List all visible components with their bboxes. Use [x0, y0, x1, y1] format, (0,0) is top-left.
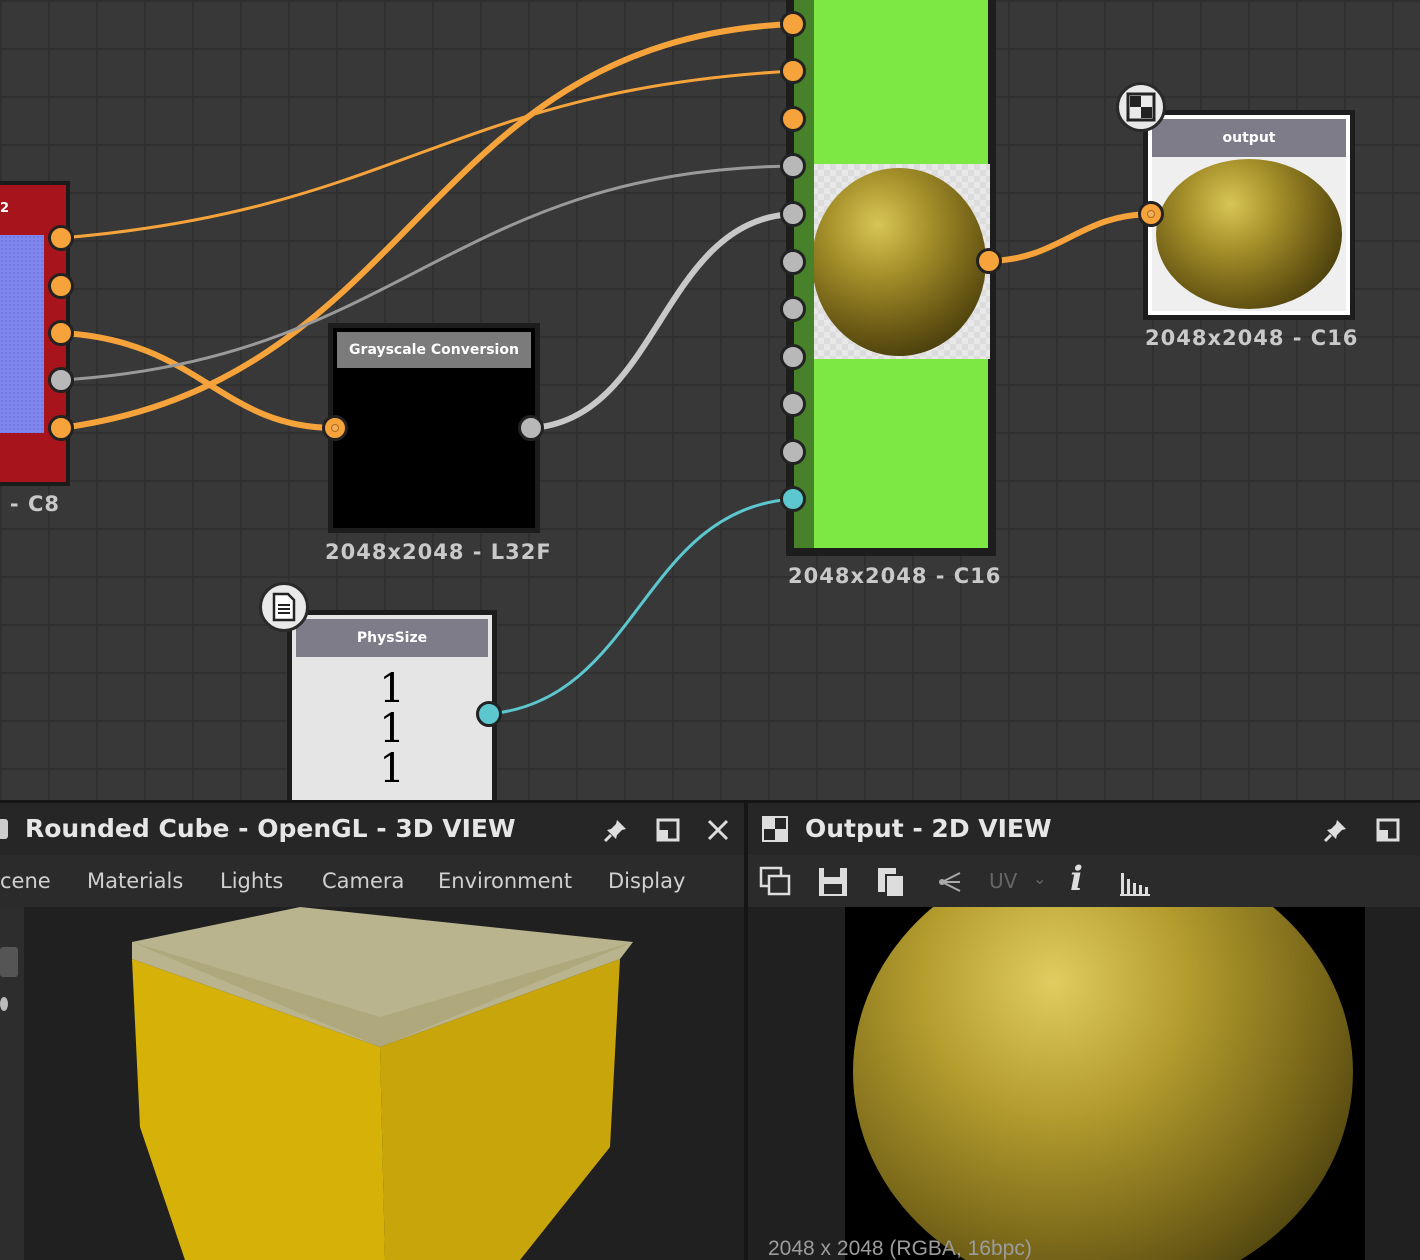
grayscale-node-title: Grayscale Conversion: [337, 332, 531, 368]
view3d-icon: [0, 819, 8, 839]
save-icon[interactable]: [816, 865, 850, 899]
grayscale-input-port[interactable]: [322, 415, 348, 441]
grayscale-conversion-node[interactable]: Grayscale Conversion: [328, 323, 540, 533]
view2d-viewport[interactable]: 2048 x 2048 (RGBA, 16bpc): [748, 907, 1420, 1260]
physsize-value-2: 1: [379, 706, 405, 752]
checker-icon: [1126, 92, 1156, 122]
pin-icon[interactable]: [603, 817, 629, 843]
node-graph[interactable]: 2 3 - C8 Grayscale Conversion 2048x2048 …: [0, 0, 1420, 800]
left-node-output-port-2[interactable]: [48, 273, 74, 299]
menu-materials[interactable]: Materials: [87, 855, 183, 907]
material-input-port-9[interactable]: [780, 391, 806, 417]
material-input-port-1[interactable]: [780, 11, 806, 37]
physsize-output-port[interactable]: [476, 701, 502, 727]
menu-lights[interactable]: Lights: [220, 855, 283, 907]
view2d-header: Output - 2D VIEW: [748, 803, 1420, 855]
physsize-value-3: 1: [379, 746, 405, 792]
image-info-text: 2048 x 2048 (RGBA, 16bpc): [768, 1237, 1032, 1260]
left-node-output-port-1[interactable]: [48, 225, 74, 251]
view3d-title: Rounded Cube - OpenGL - 3D VIEW: [25, 814, 516, 843]
physsize-node[interactable]: PhysSize 1 1 1: [287, 610, 497, 800]
material-input-port-10[interactable]: [780, 439, 806, 465]
material-input-port-11[interactable]: [780, 486, 806, 512]
left-node-title: 2: [0, 201, 10, 216]
copy-view-icon[interactable]: [758, 865, 792, 899]
left-node-output-port-5[interactable]: [48, 415, 74, 441]
material-input-port-5[interactable]: [780, 201, 806, 227]
output-node-badge: [1116, 82, 1166, 132]
material-node-resolution: 2048x2048 - C16: [788, 564, 1002, 588]
share-icon[interactable]: [934, 865, 968, 899]
histogram-icon[interactable]: [1118, 865, 1152, 899]
view2d-title: Output - 2D VIEW: [805, 814, 1052, 843]
left-node-resolution: 3 - C8: [0, 492, 60, 516]
view3d-menubar: cene Materials Lights Camera Environment…: [0, 855, 744, 907]
view2d-image-canvas: [845, 907, 1365, 1260]
document-icon: [272, 592, 296, 622]
output-preview-sphere: [1156, 159, 1342, 309]
checker-icon: [762, 816, 788, 842]
view3d-header: Rounded Cube - OpenGL - 3D VIEW: [0, 803, 744, 855]
material-input-port-6[interactable]: [780, 249, 806, 275]
material-node-preview: [812, 164, 990, 359]
material-input-port-4[interactable]: [780, 153, 806, 179]
output-node-resolution: 2048x2048 - C16: [1145, 326, 1359, 350]
rounded-cube-render: [132, 907, 633, 1260]
left-node-preview: [0, 235, 44, 433]
physsize-value-1: 1: [379, 666, 405, 712]
material-input-port-2[interactable]: [780, 58, 806, 84]
menu-scene[interactable]: cene: [0, 855, 51, 907]
pin-icon[interactable]: [1323, 817, 1349, 843]
material-input-port-7[interactable]: [780, 296, 806, 322]
grayscale-output-port[interactable]: [518, 415, 544, 441]
output-node[interactable]: output: [1143, 110, 1355, 320]
left-node-output-port-4[interactable]: [48, 367, 74, 393]
output-node-title: output: [1152, 119, 1346, 157]
output-input-port[interactable]: [1138, 201, 1164, 227]
view3d-viewport[interactable]: [0, 907, 744, 1260]
material-output-port[interactable]: [976, 248, 1002, 274]
maximize-icon[interactable]: [655, 817, 681, 843]
material-preview-sphere: [812, 168, 986, 356]
chevron-down-icon[interactable]: ⌄: [1033, 869, 1046, 888]
grayscale-node-resolution: 2048x2048 - L32F: [325, 540, 552, 564]
close-icon[interactable]: [705, 817, 731, 843]
maximize-icon[interactable]: [1375, 817, 1401, 843]
physsize-node-badge: [259, 582, 309, 632]
menu-camera[interactable]: Camera: [322, 855, 404, 907]
output-texture-sphere: [853, 907, 1353, 1260]
left-node-output-port-3[interactable]: [48, 320, 74, 346]
material-input-port-3[interactable]: [780, 106, 806, 132]
view3d-panel: Rounded Cube - OpenGL - 3D VIEW cene Mat…: [0, 803, 744, 1260]
view2d-panel: Output - 2D VIEW UV ⌄ i 2048 x 2048 (RGB…: [748, 803, 1420, 1260]
material-node[interactable]: [786, 0, 996, 556]
material-input-port-8[interactable]: [780, 344, 806, 370]
uv-dropdown[interactable]: UV: [989, 855, 1017, 907]
clipboard-icon[interactable]: [874, 865, 908, 899]
menu-display[interactable]: Display: [608, 855, 685, 907]
output-node-preview: [1152, 157, 1346, 311]
view2d-toolbar: UV ⌄ i: [748, 855, 1420, 907]
menu-environment[interactable]: Environment: [438, 855, 572, 907]
info-icon[interactable]: i: [1070, 859, 1083, 899]
physsize-node-title: PhysSize: [296, 619, 488, 657]
